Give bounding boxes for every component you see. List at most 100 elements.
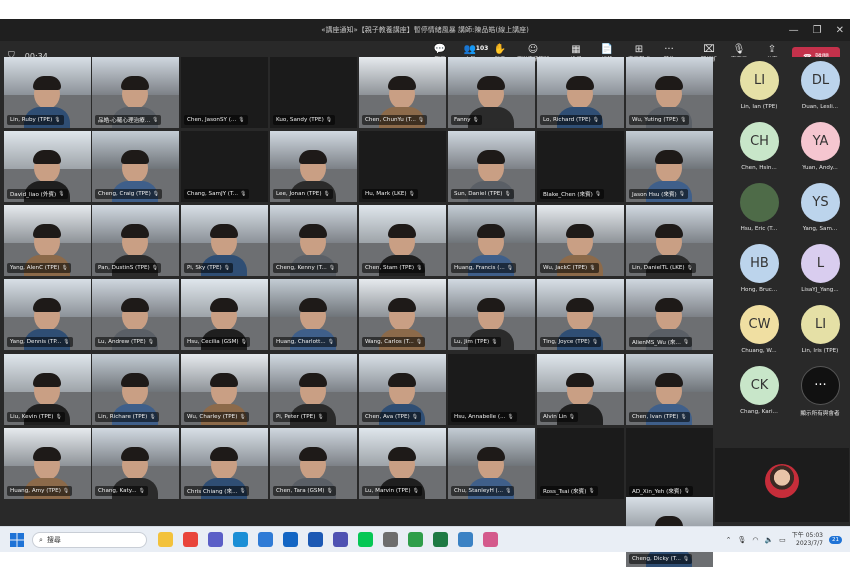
participant-video-tile[interactable]: 品皓-心羅心理治療... 🎙 — [92, 57, 179, 128]
speaker-icon[interactable]: 🔈 — [764, 536, 773, 544]
participant-name: Lu, Marvin (TPE) — [365, 488, 411, 494]
mic-muted-icon: 🎙 — [682, 556, 690, 562]
chrome-icon[interactable] — [183, 532, 198, 547]
participant-video-tile[interactable]: Chris Chiang (來... 🎙 — [181, 428, 268, 499]
file-explorer-icon[interactable] — [158, 532, 173, 547]
participant-video-tile[interactable]: David_liao (外賓) 🎙 — [4, 131, 91, 202]
teams-icon[interactable] — [333, 532, 348, 547]
participant-video-tile[interactable]: Jason Hsu (來賓) 🎙 — [626, 131, 713, 202]
participant-hair — [121, 76, 149, 90]
participant-video-tile[interactable]: Kuo, Sandy (TPE) 🎙 — [270, 57, 357, 128]
participant-video-tile[interactable]: Chen, Stam (TPE) 🎙 — [359, 205, 446, 276]
participant-video-tile[interactable]: Lo, Richard (TPE) 🎙 — [537, 57, 624, 128]
teams-icon[interactable] — [208, 532, 223, 547]
participant-video-tile[interactable]: Yang, Dennis (TP... 🎙 — [4, 279, 91, 350]
participant-video-tile[interactable]: Hu, Mark (LKE) 🎙 — [359, 131, 446, 202]
app-icon[interactable] — [383, 532, 398, 547]
participant-video-tile[interactable]: Lin, Ruby (TPE) 🎙 — [4, 57, 91, 128]
participant-video-tile[interactable]: Huang, Charlott... 🎙 — [270, 279, 357, 350]
participant-video-tile[interactable]: Huang, Amy (TPE) 🎙 — [4, 428, 91, 499]
participant-video-tile[interactable]: Pi, Peter (TPE) 🎙 — [270, 354, 357, 425]
show-all-participants-button[interactable]: ··· — [801, 366, 840, 405]
participant-avatar[interactable]: LI — [740, 61, 779, 100]
participant-avatar[interactable]: CH — [740, 122, 779, 161]
participant-video-tile[interactable]: Lin, Richare (TPE) 🎙 — [92, 354, 179, 425]
participant-name: Hu, Mark (LKE) — [365, 191, 407, 197]
line-icon[interactable] — [358, 532, 373, 547]
participant-video-tile[interactable]: AD_Xin_Yeh (來賓) 🎙 — [626, 428, 713, 499]
participant-video-tile[interactable]: Ting, Joyce (TPE) 🎙 — [537, 279, 624, 350]
participant-video-tile[interactable]: Wang, Carlos (T... 🎙 — [359, 279, 446, 350]
participant-video-tile[interactable]: Lin, DanielTL (LKE) 🎙 — [626, 205, 713, 276]
participant-video-tile[interactable]: Yang, AlenC (TPE) 🎙 — [4, 205, 91, 276]
chrome-icon[interactable] — [408, 532, 423, 547]
participant-avatar[interactable]: LI — [801, 305, 840, 344]
participant-avatar[interactable]: YS — [801, 183, 840, 222]
participant-video-tile[interactable]: Wu, JackC (TPE) 🎙 — [537, 205, 624, 276]
participant-video-tile[interactable]: Huang, Francis (... 🎙 — [448, 205, 535, 276]
participant-video-tile[interactable]: Pi, Sky (TPE) 🎙 — [181, 205, 268, 276]
participant-video-tile[interactable]: Chang, SamJY (T... 🎙 — [181, 131, 268, 202]
participant-video-tile[interactable]: Blake_Chen (來賓) 🎙 — [537, 131, 624, 202]
close-window-button[interactable]: ✕ — [836, 25, 844, 36]
participant-video-tile[interactable]: Chen, ChunYu (T... 🎙 — [359, 57, 446, 128]
participant-avatar[interactable] — [740, 183, 779, 222]
participant-avatar[interactable]: HB — [740, 244, 779, 283]
participant-avatar[interactable]: L — [801, 244, 840, 283]
participant-video-tile[interactable]: Wu, Charley (TPE) 🎙 — [181, 354, 268, 425]
participant-avatar[interactable]: YA — [801, 122, 840, 161]
participant-video-tile[interactable]: Chen, JasonSY (... 🎙 — [181, 57, 268, 128]
store-icon[interactable] — [258, 532, 273, 547]
participant-video-tile[interactable]: Sun, Daniel (TPE) 🎙 — [448, 131, 535, 202]
windows-taskbar: ⌕ 搜尋 ⌃ 🎙 ◠ 🔈 ▭ 下午 05:03 2023/7/7 21 — [0, 526, 850, 552]
participant-video-tile[interactable]: Pan, DustinS (TPE) 🎙 — [92, 205, 179, 276]
participant-avatar[interactable]: DL — [801, 61, 840, 100]
participant-video-tile[interactable]: Alvin Lin 🎙 — [537, 354, 624, 425]
participant-video-tile[interactable]: Cheng, Kenny (T... 🎙 — [270, 205, 357, 276]
restore-button[interactable]: ❐ — [813, 25, 822, 36]
minimize-button[interactable]: — — [789, 25, 799, 36]
clock[interactable]: 下午 05:03 2023/7/7 — [792, 532, 823, 548]
participant-video-tile[interactable]: Hsu, Annabelle (... 🎙 — [448, 354, 535, 425]
participant-name-label: 品皓-心羅心理治療... 🎙 — [95, 115, 162, 125]
participant-video-tile[interactable]: AlienMS_Wu (來... 🎙 — [626, 279, 713, 350]
mic-muted-icon: 🎙 — [588, 488, 595, 494]
outlook-icon[interactable] — [283, 532, 298, 547]
excel-icon[interactable] — [433, 532, 448, 547]
participant-video-tile[interactable]: Hsu, Cecilia (GSM) 🎙 — [181, 279, 268, 350]
photos-icon[interactable] — [483, 532, 498, 547]
word-icon[interactable] — [308, 532, 323, 547]
participant-video-tile[interactable]: Chu, StanleyH (... 🎙 — [448, 428, 535, 499]
participant-video-tile[interactable]: Lee, Jonan (TPE) 🎙 — [270, 131, 357, 202]
participant-avatar[interactable]: CW — [740, 305, 779, 344]
participant-name-label: Hu, Mark (LKE) 🎙 — [362, 189, 418, 199]
battery-icon[interactable]: ▭ — [779, 536, 786, 544]
wifi-icon[interactable]: ◠ — [752, 536, 758, 544]
chevron-up-icon[interactable]: ⌃ — [726, 536, 732, 544]
participant-name-label: Cheng, Kenny (T... 🎙 — [273, 263, 339, 273]
participant-video-tile[interactable]: Lu, Andrew (TPE) 🎙 — [92, 279, 179, 350]
participant-video-tile[interactable]: Wu, Yuting (TPE) 🎙 — [626, 57, 713, 128]
participant-video-tile[interactable]: Chang, Katy... 🎙 — [92, 428, 179, 499]
participant-name-label: Hsu, Cecilia (GSM) 🎙 — [184, 337, 250, 347]
mic-muted-icon[interactable]: 🎙 — [737, 536, 746, 544]
notification-badge[interactable]: 21 — [829, 536, 842, 544]
edge-icon[interactable] — [233, 532, 248, 547]
taskbar-search[interactable]: ⌕ 搜尋 — [32, 532, 147, 548]
mic-muted-icon: 🎙 — [568, 414, 576, 420]
participant-video-tile[interactable]: Liu, Kevin (TPE) 🎙 — [4, 354, 91, 425]
widgets-icon[interactable] — [458, 532, 473, 547]
participant-video-tile[interactable]: Lu, Jim (TPE) 🎙 — [448, 279, 535, 350]
avatar-initials: LI — [814, 317, 827, 332]
participant-video-tile[interactable]: Lu, Marvin (TPE) 🎙 — [359, 428, 446, 499]
participant-video-tile[interactable]: Cheng, Craig (TPE) 🎙 — [92, 131, 179, 202]
participant-hair — [121, 447, 149, 461]
participant-video-tile[interactable]: Chen, Ivan (TPE) 🎙 — [626, 354, 713, 425]
participant-avatar[interactable]: CK — [740, 366, 779, 405]
participant-name-label: Lu, Marvin (TPE) 🎙 — [362, 486, 422, 496]
windows-start-icon[interactable] — [10, 533, 24, 547]
participant-video-tile[interactable]: Ross_Tsai (來賓) 🎙 — [537, 428, 624, 499]
participant-video-tile[interactable]: Fanny 🎙 — [448, 57, 535, 128]
participant-video-tile[interactable]: Chen, Tara (GSM) 🎙 — [270, 428, 357, 499]
participant-video-tile[interactable]: Chen, Ava (TPE) 🎙 — [359, 354, 446, 425]
